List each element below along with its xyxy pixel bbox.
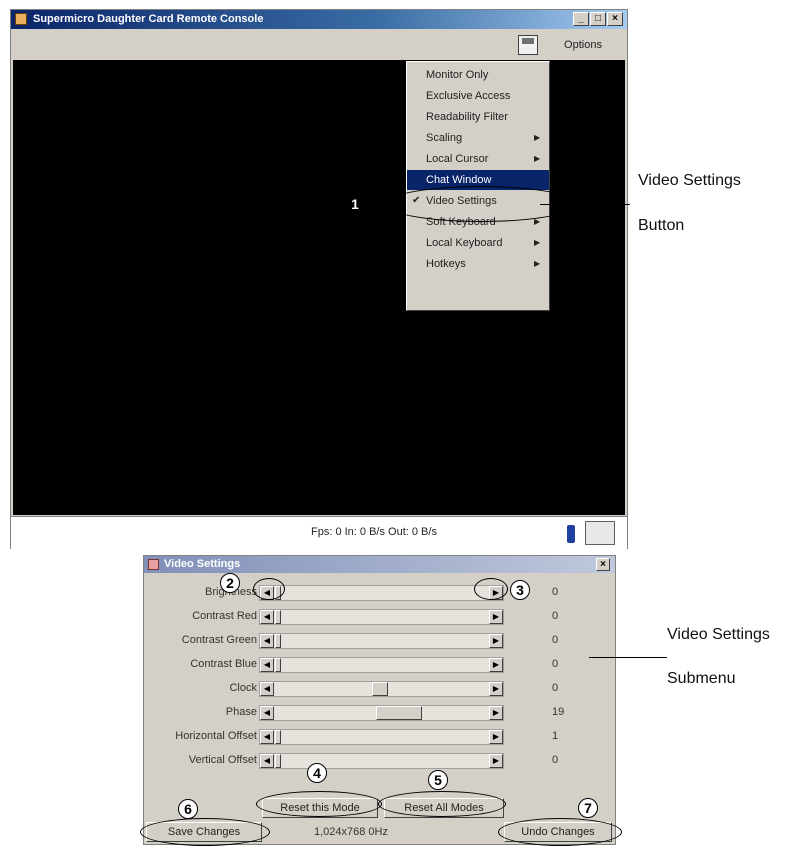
submenu-arrow-icon: ▶ bbox=[534, 238, 541, 247]
slider-thumb[interactable] bbox=[275, 634, 281, 648]
callout-ellipse-reset-this-mode bbox=[256, 791, 382, 817]
slider-left-arrow-icon[interactable]: ◀ bbox=[260, 658, 274, 672]
slider-thumb[interactable] bbox=[275, 754, 281, 768]
clock-slider[interactable]: ◀ ▶ bbox=[259, 681, 504, 697]
callout-line bbox=[589, 657, 667, 658]
mouse-status-icon[interactable] bbox=[585, 521, 615, 545]
annotation-video-settings-submenu-2: Submenu bbox=[667, 670, 736, 687]
phase-slider[interactable]: ◀ ▶ bbox=[259, 705, 504, 721]
callout-ellipse-save-changes bbox=[140, 818, 270, 846]
slider-row-vertical-offset: Vertical Offset ◀ ▶ 0 bbox=[144, 749, 615, 773]
contrast-red-slider[interactable]: ◀ ▶ bbox=[259, 609, 504, 625]
vertical-offset-value: 0 bbox=[552, 754, 559, 766]
menu-item-monitor-only[interactable]: Monitor Only bbox=[407, 65, 549, 85]
callout-2: 2 bbox=[220, 573, 240, 593]
clock-value: 0 bbox=[552, 682, 559, 694]
brightness-value: 0 bbox=[552, 586, 559, 598]
slider-right-arrow-icon[interactable]: ▶ bbox=[489, 706, 503, 720]
resolution-status: 1,024x768 0Hz bbox=[314, 826, 388, 838]
slider-right-arrow-icon[interactable]: ▶ bbox=[489, 754, 503, 768]
console-title-bar[interactable]: Supermicro Daughter Card Remote Console … bbox=[11, 10, 627, 29]
slider-row-contrast-red: Contrast Red ◀ ▶ 0 bbox=[144, 605, 615, 629]
slider-left-arrow-icon[interactable]: ◀ bbox=[260, 730, 274, 744]
phase-value: 19 bbox=[552, 706, 565, 718]
menu-item-readability-filter[interactable]: Readability Filter bbox=[407, 107, 549, 127]
callout-ellipse-right-arrow bbox=[474, 578, 508, 600]
slider-row-clock: Clock ◀ ▶ 0 bbox=[144, 677, 615, 701]
menu-item-local-cursor[interactable]: Local Cursor ▶ bbox=[407, 149, 549, 169]
contrast-blue-value: 0 bbox=[552, 658, 559, 670]
video-settings-title-bar[interactable]: Video Settings × bbox=[144, 556, 615, 573]
horizontal-offset-value: 1 bbox=[552, 730, 559, 742]
slider-right-arrow-icon[interactable]: ▶ bbox=[489, 658, 503, 672]
annotation-video-settings-submenu-1: Video Settings bbox=[667, 626, 770, 643]
fps-status: Fps: 0 In: 0 B/s Out: 0 B/s bbox=[311, 526, 437, 538]
callout-5: 5 bbox=[428, 770, 448, 790]
slider-left-arrow-icon[interactable]: ◀ bbox=[260, 682, 274, 696]
slider-row-phase: Phase ◀ ▶ 19 bbox=[144, 701, 615, 725]
minimize-button[interactable]: _ bbox=[573, 12, 589, 26]
slider-left-arrow-icon[interactable]: ◀ bbox=[260, 610, 274, 624]
slider-thumb[interactable] bbox=[275, 610, 281, 624]
menu-item-scaling[interactable]: Scaling ▶ bbox=[407, 128, 549, 148]
contrast-blue-slider[interactable]: ◀ ▶ bbox=[259, 657, 504, 673]
submenu-arrow-icon: ▶ bbox=[534, 259, 541, 268]
contrast-red-value: 0 bbox=[552, 610, 559, 622]
slider-thumb[interactable] bbox=[372, 682, 388, 696]
brightness-slider[interactable]: ◀ ▶ bbox=[259, 585, 504, 601]
submenu-arrow-icon: ▶ bbox=[534, 133, 541, 142]
close-button[interactable]: × bbox=[607, 12, 623, 26]
options-button[interactable]: Options bbox=[551, 35, 615, 55]
app-icon bbox=[15, 13, 27, 25]
contrast-green-value: 0 bbox=[552, 634, 559, 646]
slider-right-arrow-icon[interactable]: ▶ bbox=[489, 730, 503, 744]
horizontal-offset-slider[interactable]: ◀ ▶ bbox=[259, 729, 504, 745]
callout-ellipse-left-arrow bbox=[253, 578, 285, 600]
annotation-video-settings-button-1: Video Settings bbox=[638, 172, 741, 189]
save-icon[interactable] bbox=[518, 35, 538, 55]
slider-row-brightness: Brightness ◀ ▶ 0 bbox=[144, 581, 615, 605]
slider-thumb[interactable] bbox=[275, 658, 281, 672]
callout-3: 3 bbox=[510, 580, 530, 600]
annotation-video-settings-button-2: Button bbox=[638, 217, 685, 234]
slider-left-arrow-icon[interactable]: ◀ bbox=[260, 754, 274, 768]
maximize-button[interactable]: □ bbox=[590, 12, 606, 26]
slider-right-arrow-icon[interactable]: ▶ bbox=[489, 610, 503, 624]
keyboard-status-icon[interactable] bbox=[567, 525, 575, 543]
contrast-green-slider[interactable]: ◀ ▶ bbox=[259, 633, 504, 649]
slider-thumb[interactable] bbox=[376, 706, 422, 720]
status-bar: Fps: 0 In: 0 B/s Out: 0 B/s bbox=[11, 516, 627, 549]
close-button[interactable]: × bbox=[596, 558, 610, 571]
callout-6: 6 bbox=[178, 799, 198, 819]
video-settings-title: Video Settings bbox=[164, 558, 241, 570]
slider-row-contrast-green: Contrast Green ◀ ▶ 0 bbox=[144, 629, 615, 653]
slider-left-arrow-icon[interactable]: ◀ bbox=[260, 634, 274, 648]
callout-ellipse-reset-all-modes bbox=[378, 791, 506, 817]
slider-left-arrow-icon[interactable]: ◀ bbox=[260, 706, 274, 720]
slider-right-arrow-icon[interactable]: ▶ bbox=[489, 634, 503, 648]
slider-row-contrast-blue: Contrast Blue ◀ ▶ 0 bbox=[144, 653, 615, 677]
slider-right-arrow-icon[interactable]: ▶ bbox=[489, 682, 503, 696]
submenu-arrow-icon: ▶ bbox=[534, 154, 541, 163]
callout-1: 1 bbox=[345, 194, 365, 214]
slider-thumb[interactable] bbox=[275, 730, 281, 744]
menu-item-exclusive-access[interactable]: Exclusive Access bbox=[407, 86, 549, 106]
app-icon bbox=[148, 559, 159, 570]
callout-7: 7 bbox=[578, 798, 598, 818]
menu-item-hotkeys[interactable]: Hotkeys ▶ bbox=[407, 254, 549, 274]
callout-line bbox=[540, 204, 630, 205]
toolbar: Options bbox=[11, 29, 627, 59]
console-title: Supermicro Daughter Card Remote Console bbox=[33, 13, 264, 25]
menu-item-local-keyboard[interactable]: Local Keyboard ▶ bbox=[407, 233, 549, 253]
slider-row-horizontal-offset: Horizontal Offset ◀ ▶ 1 bbox=[144, 725, 615, 749]
callout-4: 4 bbox=[307, 763, 327, 783]
vertical-offset-slider[interactable]: ◀ ▶ bbox=[259, 753, 504, 769]
callout-ellipse-undo-changes bbox=[498, 818, 622, 846]
